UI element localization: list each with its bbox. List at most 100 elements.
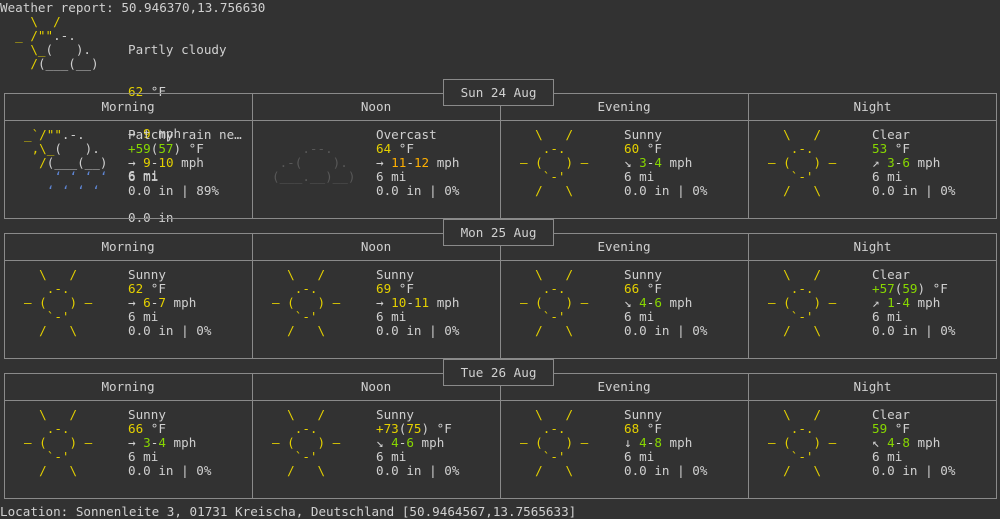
clear-night-icon: \ / .-. ― ( ) ― `-' / \ bbox=[768, 268, 836, 338]
precipitation: 0.0 in | 89% bbox=[128, 183, 219, 198]
art-line: `-' bbox=[768, 450, 836, 464]
text-segment: 8 bbox=[902, 435, 910, 450]
art-line: \ / bbox=[520, 408, 588, 422]
text-segment: / bbox=[30, 56, 38, 71]
sunny-icon: \ / .-. ― ( ) ― `-' / \ bbox=[520, 128, 588, 198]
text-segment: / \ bbox=[272, 463, 341, 478]
art-line: ― ( ) ― bbox=[768, 156, 836, 170]
art-line: ― ( ) ― bbox=[520, 436, 588, 450]
text-segment: `-' bbox=[520, 449, 589, 464]
text-segment: / \ bbox=[520, 323, 589, 338]
text-segment: 4 bbox=[654, 155, 662, 170]
text-segment: ↓ bbox=[624, 435, 640, 450]
art-line: \ / bbox=[24, 408, 92, 422]
art-line: ― ( ) ― bbox=[272, 436, 340, 450]
sunny-icon: \ / .-. ― ( ) ― `-' / \ bbox=[24, 268, 92, 338]
visibility: 6 mi bbox=[872, 309, 903, 324]
period-header: Morning bbox=[101, 379, 155, 394]
art-line: .-. bbox=[768, 142, 836, 156]
art-line: .-. bbox=[520, 282, 588, 296]
text-segment: (___.__)__) bbox=[272, 169, 356, 184]
art-line: /(___(__) bbox=[0, 56, 98, 71]
art-line: \ / bbox=[520, 128, 588, 142]
visibility: 6 mi bbox=[376, 169, 407, 184]
location-footer: Location: Sonnenleite 3, 01731 Kreischa,… bbox=[0, 504, 577, 519]
text-segment: \ / bbox=[768, 407, 837, 422]
art-line: ― ( ) ― bbox=[24, 436, 92, 450]
temperature: 69 °F bbox=[376, 282, 459, 296]
art-line: .-. bbox=[24, 282, 92, 296]
text-segment: ― ( ) ― bbox=[272, 435, 341, 450]
text-segment: - bbox=[406, 295, 414, 310]
text-segment: 3 bbox=[639, 155, 647, 170]
art-line: `-' bbox=[768, 310, 836, 324]
patchy-rain-icon: _`/"".-. ,\_( ). /(___(__) ʻ ʻ ʻ ʻ ʻ ʻ ʻ… bbox=[24, 128, 107, 198]
text-segment: 66 bbox=[624, 281, 640, 296]
text-segment: .-. bbox=[768, 281, 837, 296]
text-segment: \ / bbox=[520, 267, 589, 282]
text-segment: mph bbox=[909, 155, 941, 170]
temperature: +57(59) °F bbox=[872, 282, 955, 296]
text-segment: 1 bbox=[887, 295, 895, 310]
text-segment: .-. bbox=[24, 281, 93, 296]
temperature: +73(75) °F bbox=[376, 422, 459, 436]
sunny-icon: \ / .-. ― ( ) ― `-' / \ bbox=[272, 408, 340, 478]
text-segment: mph bbox=[413, 435, 445, 450]
text-segment: 6 bbox=[654, 295, 662, 310]
art-line: `-' bbox=[520, 450, 588, 464]
text-segment: .-. bbox=[520, 281, 589, 296]
text-segment: mph bbox=[661, 155, 693, 170]
text-segment: \ / bbox=[272, 267, 341, 282]
text-segment: ― ( ) ― bbox=[272, 295, 341, 310]
precipitation: 0.0 in | 0% bbox=[872, 463, 956, 478]
text-segment: 6 bbox=[902, 155, 910, 170]
period-header: Morning bbox=[101, 239, 155, 254]
text-segment: \ / bbox=[768, 127, 837, 142]
date-badge: Sun 24 Aug bbox=[443, 79, 554, 106]
art-line: / \ bbox=[768, 324, 836, 338]
text-segment: 69 bbox=[376, 281, 392, 296]
period-info: Sunny +73(75) °F ↘ 4-6 mph 6 mi 0.0 in | 0% bbox=[376, 408, 459, 478]
wind: → 3-4 mph bbox=[128, 436, 211, 450]
visibility: 6 mi bbox=[128, 449, 159, 464]
wind: ↗ 1-4 mph bbox=[872, 296, 955, 310]
text-segment: °F bbox=[639, 141, 662, 156]
text-segment: .-. bbox=[24, 421, 93, 436]
art-line: / \ bbox=[272, 464, 340, 478]
text-segment: ― ( ) ― bbox=[24, 295, 93, 310]
header-separator bbox=[4, 260, 997, 261]
text-segment: \ / bbox=[30, 14, 61, 29]
text-segment: ) °F bbox=[173, 141, 204, 156]
condition-label: Sunny bbox=[376, 407, 414, 422]
art-line: .--. bbox=[272, 142, 355, 156]
art-line: .-. bbox=[520, 422, 588, 436]
art-line: \ / bbox=[520, 268, 588, 282]
text-segment: / \ bbox=[768, 323, 837, 338]
clear-night-icon: \ / .-. ― ( ) ― `-' / \ bbox=[768, 408, 836, 478]
art-line: `-' bbox=[24, 450, 92, 464]
text-segment: → bbox=[128, 435, 144, 450]
text-segment: ( ). bbox=[54, 141, 100, 156]
wind: → 6-7 mph bbox=[128, 296, 211, 310]
text-segment: 59 bbox=[872, 421, 888, 436]
text-segment: `-' bbox=[24, 449, 93, 464]
art-line: ― ( ) ― bbox=[24, 296, 92, 310]
text-segment: mph bbox=[173, 155, 204, 170]
text-segment: 75 bbox=[406, 421, 422, 436]
text-segment: / \ bbox=[768, 183, 837, 198]
text-segment: → bbox=[376, 155, 392, 170]
text-segment: 6 bbox=[406, 435, 414, 450]
temperature: +59(57) °F bbox=[128, 142, 242, 156]
visibility: 6 mi bbox=[872, 449, 903, 464]
text-segment: `-' bbox=[520, 169, 589, 184]
art-line bbox=[272, 184, 355, 198]
text-segment: 11 bbox=[413, 295, 430, 310]
text-segment bbox=[0, 14, 30, 29]
art-line: ― ( ) ― bbox=[768, 436, 836, 450]
visibility: 6 mi bbox=[128, 309, 159, 324]
text-segment: mph bbox=[429, 295, 460, 310]
art-line: `-' bbox=[24, 310, 92, 324]
art-line: / \ bbox=[24, 324, 92, 338]
text-segment: ) °F bbox=[421, 421, 452, 436]
condition-label: Sunny bbox=[624, 407, 662, 422]
